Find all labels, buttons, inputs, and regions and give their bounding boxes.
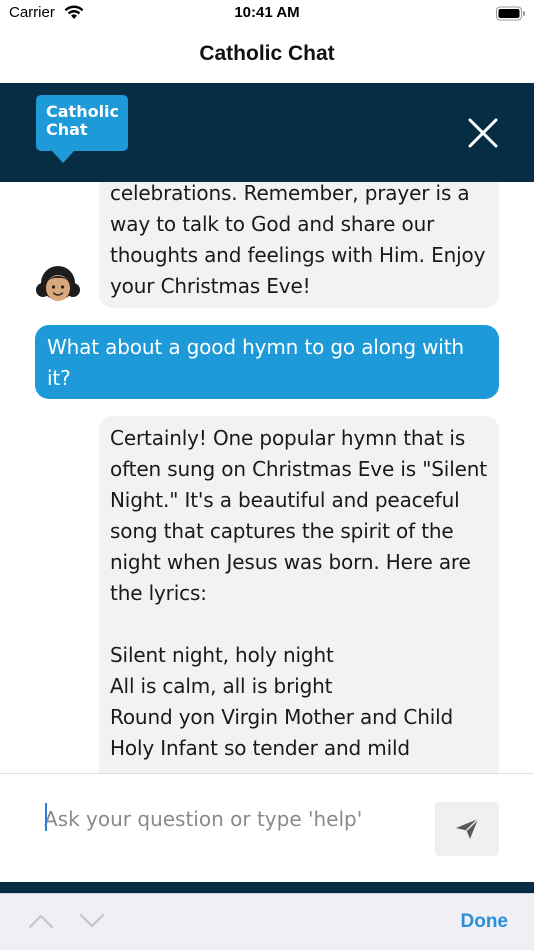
send-icon	[456, 818, 479, 839]
navigation-bar: Catholic Chat	[0, 28, 534, 83]
question-input[interactable]	[44, 802, 414, 836]
logo-line2: Chat	[46, 120, 88, 139]
done-button[interactable]: Done	[461, 911, 509, 933]
status-time: 10:41 AM	[234, 4, 300, 21]
keyboard-accessory-bar: Done	[0, 893, 534, 950]
status-bar: Carrier 10:41 AM	[0, 0, 534, 28]
page-title: Catholic Chat	[199, 42, 335, 65]
message-composer	[0, 773, 534, 882]
catholic-chat-logo: Catholic Chat	[36, 95, 128, 163]
chevron-up-icon[interactable]	[28, 912, 54, 930]
footer-strip	[0, 882, 534, 893]
battery-icon	[496, 6, 525, 21]
bot-message: celebrations. Remember, prayer is a way …	[99, 182, 499, 308]
send-button[interactable]	[435, 802, 499, 856]
avatar-icon	[36, 266, 80, 301]
bot-message: Certainly! One popular hymn that is ofte…	[99, 416, 499, 773]
text-caret	[45, 803, 47, 831]
close-icon[interactable]	[466, 116, 500, 150]
logo-line1: Catholic	[46, 102, 120, 121]
chat-header-banner: Catholic Chat	[0, 83, 534, 182]
chevron-down-icon[interactable]	[79, 912, 105, 930]
logo-speech-tail	[52, 151, 74, 163]
chat-message-list[interactable]: celebrations. Remember, prayer is a way …	[0, 182, 534, 773]
user-message: What about a good hymn to go along with …	[35, 325, 499, 399]
